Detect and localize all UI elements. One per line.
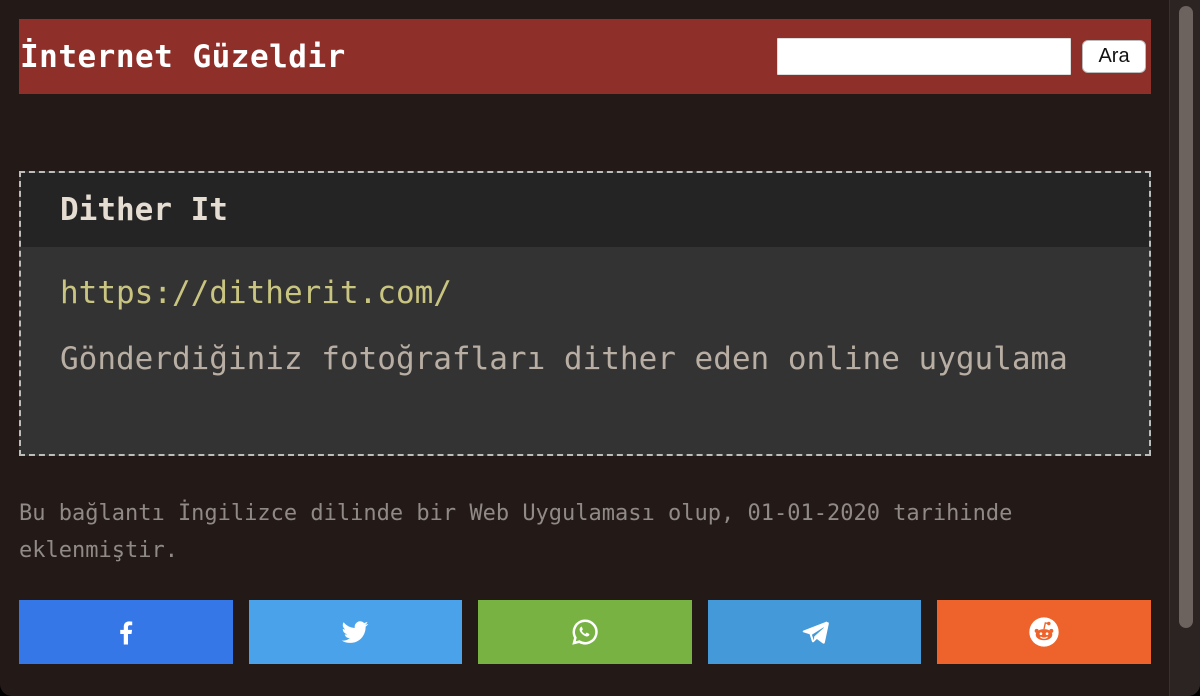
card-description: Gönderdiğiniz fotoğrafları dither eden o… xyxy=(60,341,1068,377)
card-link[interactable]: https://ditherit.com/ xyxy=(60,275,452,311)
link-info-note: Bu bağlantı İngilizce dilinde bir Web Uy… xyxy=(19,501,1013,563)
card-header: Dither It xyxy=(21,173,1149,247)
share-facebook-button[interactable] xyxy=(19,600,233,664)
site-header: İnternet Güzeldir Ara xyxy=(19,19,1151,94)
share-whatsapp-button[interactable] xyxy=(478,600,692,664)
telegram-icon xyxy=(802,621,829,644)
whatsapp-icon xyxy=(572,619,598,645)
reddit-icon xyxy=(1029,617,1059,647)
scrollbar-thumb[interactable] xyxy=(1179,6,1193,628)
search-input[interactable] xyxy=(777,38,1071,75)
share-telegram-button[interactable] xyxy=(707,600,922,664)
browser-window: İnternet Güzeldir Ara Dither It https://… xyxy=(0,0,1200,696)
page: İnternet Güzeldir Ara Dither It https://… xyxy=(19,19,1151,664)
share-reddit-button[interactable] xyxy=(937,600,1151,664)
share-bar xyxy=(19,600,1151,664)
share-twitter-button[interactable] xyxy=(248,600,463,664)
card-body: https://ditherit.com/ Gönderdiğiniz foto… xyxy=(21,247,1149,377)
twitter-icon xyxy=(342,621,369,643)
scrollbar[interactable] xyxy=(1169,0,1200,696)
link-card: Dither It https://ditherit.com/ Gönderdi… xyxy=(19,171,1151,456)
card-title: Dither It xyxy=(60,192,228,228)
site-title[interactable]: İnternet Güzeldir xyxy=(19,39,346,75)
facebook-icon xyxy=(120,621,133,645)
search-form: Ara xyxy=(777,38,1151,75)
search-button[interactable]: Ara xyxy=(1082,40,1146,73)
